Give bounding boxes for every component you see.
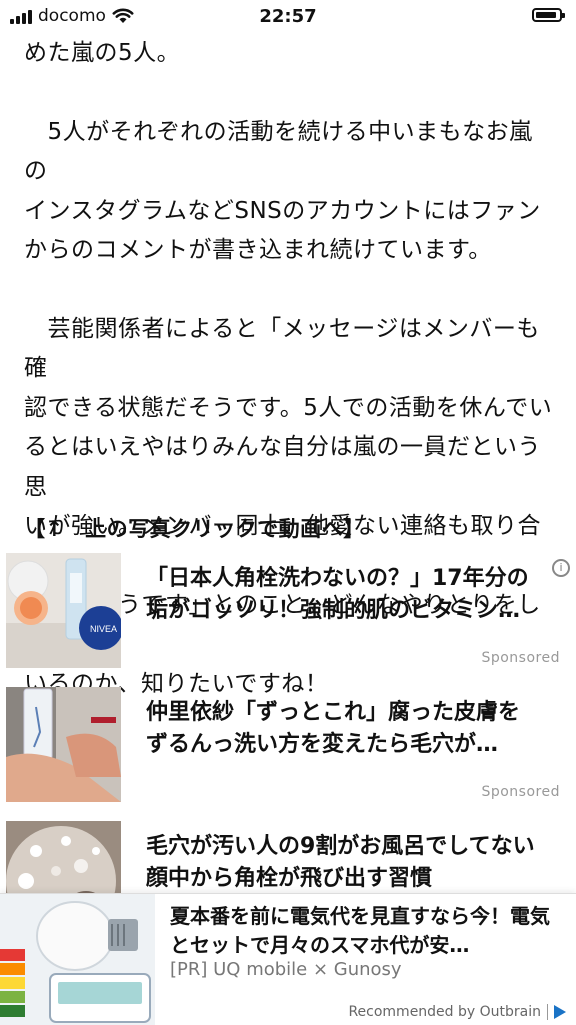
recommendation-thumbnail[interactable]: NIVEA: [6, 553, 121, 668]
recommendation-title[interactable]: 仲里依紗「ずっとこれ」腐った皮膚をずるんっ洗い方を変えたら毛穴が…: [146, 697, 541, 761]
divider: [547, 1004, 548, 1020]
ad-title[interactable]: 夏本番を前に電気代を見直すなら今！電気とセットで月々のスマホ代が安…: [170, 902, 565, 960]
recommendation-thumbnail[interactable]: [6, 687, 121, 802]
recommendation-title[interactable]: 「日本人角栓洗わないの？」17年分の垢がゴッソリ！強制的肌のビタミン…: [146, 563, 541, 627]
outbrain-credit[interactable]: Recommended by Outbrain: [348, 1004, 566, 1020]
ad-source: [PR] UQ mobile × Gunosy: [170, 959, 402, 980]
article-line: めた嵐の5人。: [24, 40, 181, 66]
article-line: 5人がそれぞれの活動を続ける中いまもなお嵐の: [24, 118, 533, 185]
article-line: 芸能関係者によると「メッセージはメンバーも確: [24, 315, 540, 382]
recommendation-card-2[interactable]: 仲里依紗「ずっとこれ」腐った皮膚をずるんっ洗い方を変えたら毛穴が… Sponso…: [6, 687, 576, 805]
video-caption[interactable]: 【↑ 上の写真クリックで動画へ】: [24, 513, 365, 543]
article-line: 認できる状態だそうです。5人での活動を休んでい: [24, 394, 553, 421]
outbrain-label[interactable]: Recommended by Outbrain: [348, 1004, 541, 1020]
recommendation-title[interactable]: 毛穴が汚い人の9割がお風呂でしてない顔中から角栓が飛び出す習慣: [146, 831, 541, 895]
adchoices-icon[interactable]: i: [552, 559, 570, 577]
clock: 22:57: [259, 6, 317, 27]
sponsored-label: Sponsored: [481, 784, 560, 800]
outbrain-icon[interactable]: [554, 1005, 566, 1019]
bottom-sticky-ad[interactable]: 夏本番を前に電気代を見直すなら今！電気とセットで月々のスマホ代が安… [PR] …: [0, 893, 576, 1025]
ad-thumbnail[interactable]: [0, 894, 155, 1025]
recommendation-card-1[interactable]: NIVEA 「日本人角栓洗わないの？」17年分の垢がゴッソリ！強制的肌のビタミン…: [6, 553, 576, 671]
article-line: インスタグラムなどSNSのアカウントにはファン: [24, 197, 541, 224]
status-bar: docomo 22:57: [0, 0, 576, 34]
sponsored-label: Sponsored: [481, 650, 560, 666]
article-line: るとはいえやはりみんな自分は嵐の一員だという思: [24, 434, 541, 500]
article-paragraph-2: 5人がそれぞれの活動を続ける中いまもなお嵐の インスタグラムなどSNSのアカウン…: [24, 113, 554, 271]
battery-icon: [532, 8, 565, 22]
svg-text:NIVEA: NIVEA: [90, 624, 117, 634]
article-line: からのコメントが書き込まれ続けています。: [24, 237, 492, 263]
